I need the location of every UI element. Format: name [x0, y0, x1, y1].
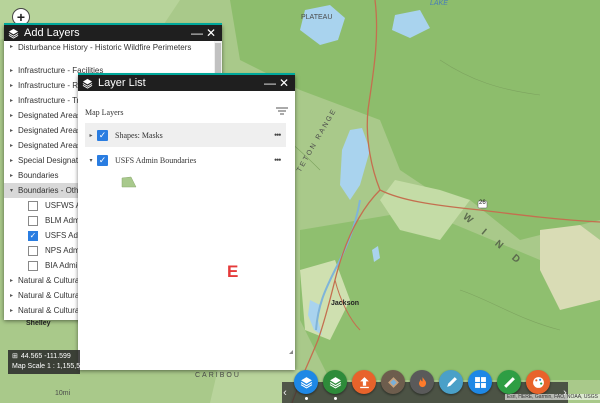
- layer-list-button[interactable]: [294, 370, 318, 394]
- layer-checkbox[interactable]: ✓: [97, 129, 108, 141]
- layer-list-title: Layer List: [98, 77, 146, 89]
- layer-label: Disturbance History - Historic Wildfire …: [18, 43, 192, 52]
- layers-icon: [300, 376, 312, 389]
- layer-list-body: Map Layers ▸ ✓ Shapes: Masks ••• ▾ ✓ USF…: [78, 91, 295, 370]
- grid-icon: [474, 376, 486, 388]
- expand-caret-icon[interactable]: ▸: [10, 172, 13, 179]
- coordinate-readout: ⊞ 44.565 -111.599 Map Scale 1 : 1,155,58…: [8, 350, 80, 374]
- layer-name: Shapes: Masks: [115, 130, 163, 140]
- expand-caret-icon[interactable]: ▸: [10, 292, 13, 299]
- draw-icon: [446, 376, 457, 387]
- layer-checkbox[interactable]: [28, 215, 38, 226]
- collapse-caret-icon[interactable]: ▾: [10, 187, 13, 194]
- add-layers-icon: [329, 376, 341, 389]
- layer-list-panel: Layer List — ✕ Map Layers ▸ ✓ Shapes: Ma…: [78, 73, 295, 370]
- upload-button[interactable]: [352, 370, 376, 394]
- theme-button[interactable]: [526, 370, 550, 394]
- panel-accent-bar: [78, 73, 295, 75]
- layer-checkbox[interactable]: ✓: [97, 154, 108, 166]
- apps-button[interactable]: [468, 370, 492, 394]
- add-layers-title: Add Layers: [24, 27, 80, 39]
- map-label-shelley: Shelley: [26, 320, 51, 327]
- close-button[interactable]: ✕: [277, 76, 291, 90]
- active-indicator: [305, 397, 308, 400]
- map-label-route: 26: [479, 200, 486, 206]
- location-pin-icon[interactable]: ⊞: [12, 352, 18, 362]
- layer-checkbox[interactable]: [28, 260, 38, 271]
- minimize-button[interactable]: —: [263, 76, 277, 90]
- close-button[interactable]: ✕: [204, 26, 218, 40]
- layers-icon: [8, 28, 19, 39]
- map-layers-label: Map Layers: [85, 107, 124, 117]
- expand-caret-icon[interactable]: ▸: [10, 307, 13, 314]
- map-attribution: Esri, HERE, Garmin, FAO, NOAA, USGS: [504, 394, 600, 400]
- ruler-icon: [503, 376, 515, 388]
- layer-list-toolbar: Map Layers: [85, 105, 288, 119]
- active-indicator: [334, 397, 337, 400]
- collapse-caret-icon[interactable]: ▾: [85, 157, 97, 164]
- fire-icon: [418, 376, 426, 387]
- resize-handle-icon[interactable]: [289, 350, 293, 354]
- add-layers-button[interactable]: [323, 370, 347, 394]
- layers-icon: [82, 78, 93, 89]
- map-scale: Map Scale 1 : 1,155,581: [12, 363, 80, 370]
- expand-caret-icon[interactable]: ▸: [10, 82, 13, 89]
- map-label-jackson: Jackson: [331, 300, 360, 307]
- layer-checkbox[interactable]: [28, 245, 38, 256]
- toolbar-prev-arrow-icon[interactable]: ‹: [280, 386, 290, 400]
- layer-checkbox[interactable]: [28, 200, 38, 211]
- expand-caret-icon[interactable]: ▸: [10, 97, 13, 104]
- layer-label: Boundaries: [18, 171, 59, 180]
- map-marker-label: E: [227, 262, 239, 281]
- basemap-button[interactable]: [381, 370, 405, 394]
- layer-row[interactable]: ▸ ✓ Shapes: Masks •••: [85, 123, 286, 147]
- layer-name: USFS Admin Boundaries: [115, 155, 197, 165]
- fire-button[interactable]: [410, 370, 434, 394]
- expand-caret-icon[interactable]: ▸: [10, 43, 13, 52]
- expand-caret-icon[interactable]: ▸: [10, 157, 13, 164]
- minimize-button[interactable]: —: [190, 26, 204, 40]
- map-label-plateau: PLATEAU: [301, 14, 333, 21]
- layer-options-icon[interactable]: •••: [274, 155, 286, 165]
- layer-row[interactable]: ▾ ✓ USFS Admin Boundaries •••: [85, 148, 286, 172]
- expand-caret-icon[interactable]: ▸: [85, 132, 97, 139]
- legend-polygon-swatch: [121, 176, 137, 188]
- map-label-scale-distance: 10mi: [55, 390, 71, 397]
- layer-group[interactable]: ▸ Disturbance History - Historic Wildfire…: [4, 41, 204, 63]
- map-label-lake: LAKE: [430, 0, 448, 7]
- palette-icon: [532, 376, 544, 388]
- panel-accent-bar: [4, 23, 222, 25]
- layer-checkbox[interactable]: ✓: [28, 230, 38, 241]
- coordinate-value: 44.565 -111.599: [20, 353, 71, 360]
- expand-caret-icon[interactable]: ▸: [10, 127, 13, 134]
- expand-caret-icon[interactable]: ▸: [10, 112, 13, 119]
- draw-button[interactable]: [439, 370, 463, 394]
- basemap-icon: [387, 376, 399, 388]
- expand-caret-icon[interactable]: ▸: [10, 277, 13, 284]
- layer-options-icon[interactable]: •••: [274, 130, 286, 140]
- expand-caret-icon[interactable]: ▸: [10, 142, 13, 149]
- map-label-caribou: CARIBOU: [195, 372, 241, 379]
- layer-list-header: Layer List — ✕: [78, 75, 295, 91]
- add-layers-header: Add Layers — ✕: [4, 25, 222, 41]
- layer-menu-icon[interactable]: [276, 107, 288, 117]
- measure-button[interactable]: [497, 370, 521, 394]
- expand-caret-icon[interactable]: ▸: [10, 67, 13, 74]
- upload-icon: [359, 376, 369, 388]
